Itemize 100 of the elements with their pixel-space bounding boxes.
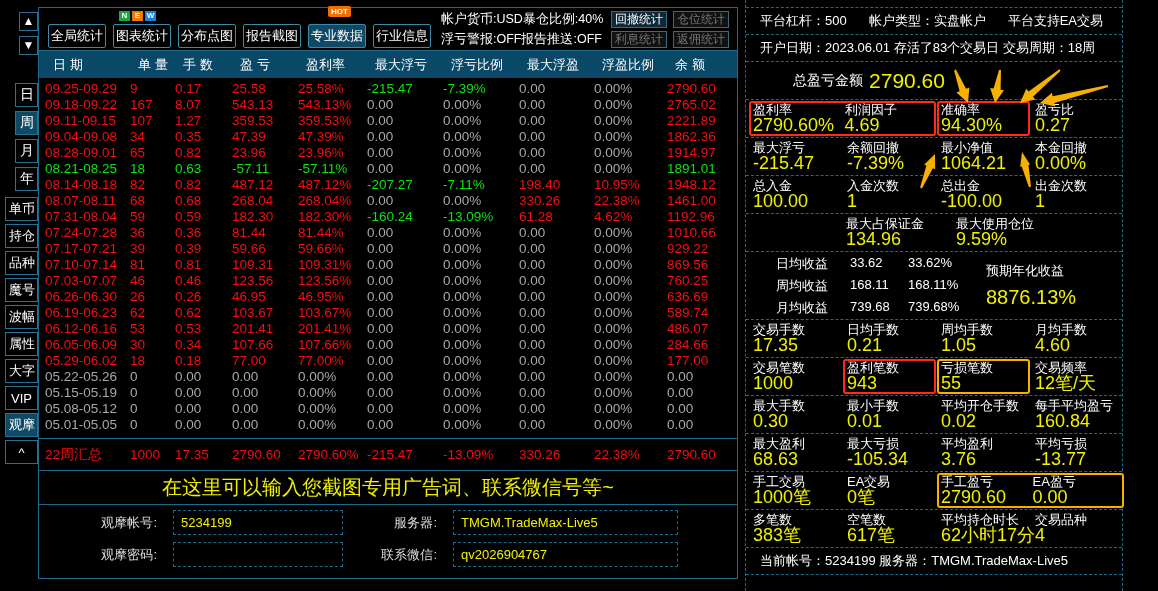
field-label: 联系微信: xyxy=(380,545,437,564)
stats-button[interactable]: 回撤统计 xyxy=(611,10,668,28)
stat-value: 9.59% xyxy=(956,230,1008,248)
summary-cell-text: -13.09% xyxy=(443,446,495,464)
stat-label: 手工盈亏 xyxy=(941,475,993,488)
table-cell-text: 0.82 xyxy=(175,145,203,161)
view-tab[interactable]: 波幅 xyxy=(5,305,38,329)
table-cell-text: 0.00% xyxy=(594,225,634,241)
table-cell-text: 107.66 xyxy=(232,337,275,353)
table-cell-text: 0.00% xyxy=(443,225,483,241)
stat-label: 预期年化收益 xyxy=(986,262,1065,280)
stat-label: 平均亏损 xyxy=(1035,437,1087,450)
table-cell-text: 0.00% xyxy=(298,369,338,385)
column-header: 浮盈比例 xyxy=(601,55,655,74)
table-cell-text: 46.95 xyxy=(232,289,267,305)
input-field[interactable] xyxy=(173,542,343,567)
table-cell-text: 1.27 xyxy=(175,113,203,129)
input-field[interactable]: qv2026904767 xyxy=(453,542,678,567)
table-cell-text: 08.14-08.18 xyxy=(45,177,119,193)
table-cell-text: 61.28 xyxy=(519,209,554,225)
stat-value: 94.30% xyxy=(941,116,1003,134)
table-cell-text: 81.44% xyxy=(298,225,345,241)
table-cell-text: 0.00% xyxy=(594,337,634,353)
period-tab[interactable]: 月 xyxy=(15,139,38,163)
view-tab[interactable]: 观摩 xyxy=(5,413,38,437)
table-cell-text: 0.00% xyxy=(443,337,483,353)
table-cell-text: 0.53 xyxy=(175,321,203,337)
table-cell-text: 0.00% xyxy=(298,417,338,433)
table-cell-text: 0.00% xyxy=(443,97,483,113)
stat-value: 100.00 xyxy=(753,192,809,210)
stat-value: 68.63 xyxy=(753,450,799,468)
new-badge-letter: N xyxy=(119,11,130,21)
table-cell-text: -7.39% xyxy=(443,81,487,97)
stat-label: 每手平均盈亏 xyxy=(1035,399,1113,412)
table-cell-text: 0.00 xyxy=(519,321,547,337)
table-cell-text: 268.04% xyxy=(298,193,353,209)
table-cell-text: 0.00 xyxy=(667,369,695,385)
table-cell-text: 81.44 xyxy=(232,225,267,241)
table-cell-text: 0.59 xyxy=(175,209,203,225)
stat-label: EA交易 xyxy=(847,475,891,488)
table-cell-text: 0.00% xyxy=(443,193,483,209)
input-field[interactable]: TMGM.TradeMax-Live5 xyxy=(453,510,678,535)
summary-cell-text: 22.38% xyxy=(594,446,641,464)
table-cell-text: 77.00% xyxy=(298,353,345,369)
table-cell-text: 109.31 xyxy=(232,257,275,273)
table-cell-text: 0.00 xyxy=(367,321,395,337)
stat-value: 62小时17分 xyxy=(941,526,1036,544)
table-cell-text: 0.00 xyxy=(519,273,547,289)
period-tab[interactable]: 周 xyxy=(15,111,38,135)
table-cell-text: 0.00 xyxy=(519,97,547,113)
stat-label: 盈利笔数 xyxy=(847,361,899,374)
table-cell-text: 59.66 xyxy=(232,241,267,257)
toolbar-tab[interactable]: 专业数据 xyxy=(308,24,366,48)
toolbar-tab[interactable]: 分布点图 xyxy=(178,24,236,48)
view-tab[interactable]: 大字 xyxy=(5,359,38,383)
view-tab[interactable]: 持仓 xyxy=(5,224,38,248)
stat-label: 多笔数 xyxy=(753,513,792,526)
toolbar-tab[interactable]: 报告截图 xyxy=(243,24,301,48)
period-tab[interactable]: 日 xyxy=(15,83,38,107)
table-cell-text: 0.00 xyxy=(367,193,395,209)
table-cell-text: 9 xyxy=(130,81,139,97)
view-tab[interactable]: 属性 xyxy=(5,332,38,356)
summary-cell-text: 1000 xyxy=(130,446,162,464)
view-tab[interactable]: 品种 xyxy=(5,251,38,275)
table-cell-text: 06.05-06.09 xyxy=(45,337,119,353)
table-cell-text: 0.18 xyxy=(175,353,203,369)
table-cell-text: -57.11 xyxy=(232,161,271,177)
table-cell-text: 0.00 xyxy=(175,369,203,385)
stat-label: 平均开仓手数 xyxy=(941,399,1019,412)
scroll-button[interactable]: ▼ xyxy=(19,36,38,55)
view-tab[interactable]: ^ xyxy=(5,440,38,464)
table-cell-text: 0.00 xyxy=(367,129,395,145)
table-cell-text: 0.34 xyxy=(175,337,203,353)
info-text: 平台杠杆：500 xyxy=(760,12,847,30)
table-cell-text: 09.11-09.15 xyxy=(45,113,118,129)
input-field[interactable]: 5234199 xyxy=(173,510,343,535)
view-tab[interactable]: 魔号 xyxy=(5,278,38,302)
table-cell-text: 0.00 xyxy=(232,401,260,417)
table-cell-text: -13.09% xyxy=(443,209,495,225)
view-tab[interactable]: VIP xyxy=(5,386,38,410)
table-cell-text: 06.12-06.16 xyxy=(45,321,119,337)
table-cell-text: 0.00% xyxy=(594,305,634,321)
scroll-button[interactable]: ▲ xyxy=(19,12,38,31)
table-cell-text: 0.00 xyxy=(519,369,547,385)
period-tab[interactable]: 年 xyxy=(15,167,38,191)
toolbar-tab[interactable]: 行业信息 xyxy=(373,24,431,48)
table-cell-text: 1862.36 xyxy=(667,129,717,145)
account-info-text: 帐户货币:USD暴仓比例:40% xyxy=(441,10,604,28)
table-cell-text: 0.00% xyxy=(443,385,483,401)
table-cell-text: 08.21-08.25 xyxy=(45,161,119,177)
toolbar-tab[interactable]: 图表统计 xyxy=(113,24,171,48)
view-tab[interactable]: 单币 xyxy=(5,197,38,221)
table-cell-text: 25.58 xyxy=(232,81,267,97)
table-cell-text: 81 xyxy=(130,257,147,273)
table-cell-text: 0.00% xyxy=(594,257,634,273)
table-cell-text: 59.66% xyxy=(298,241,345,257)
table-cell-text: 0.00 xyxy=(367,97,395,113)
table-cell-text: 103.67 xyxy=(232,305,275,321)
toolbar-tab[interactable]: 全局统计 xyxy=(48,24,106,48)
table-cell-text: 0.00 xyxy=(232,417,260,433)
